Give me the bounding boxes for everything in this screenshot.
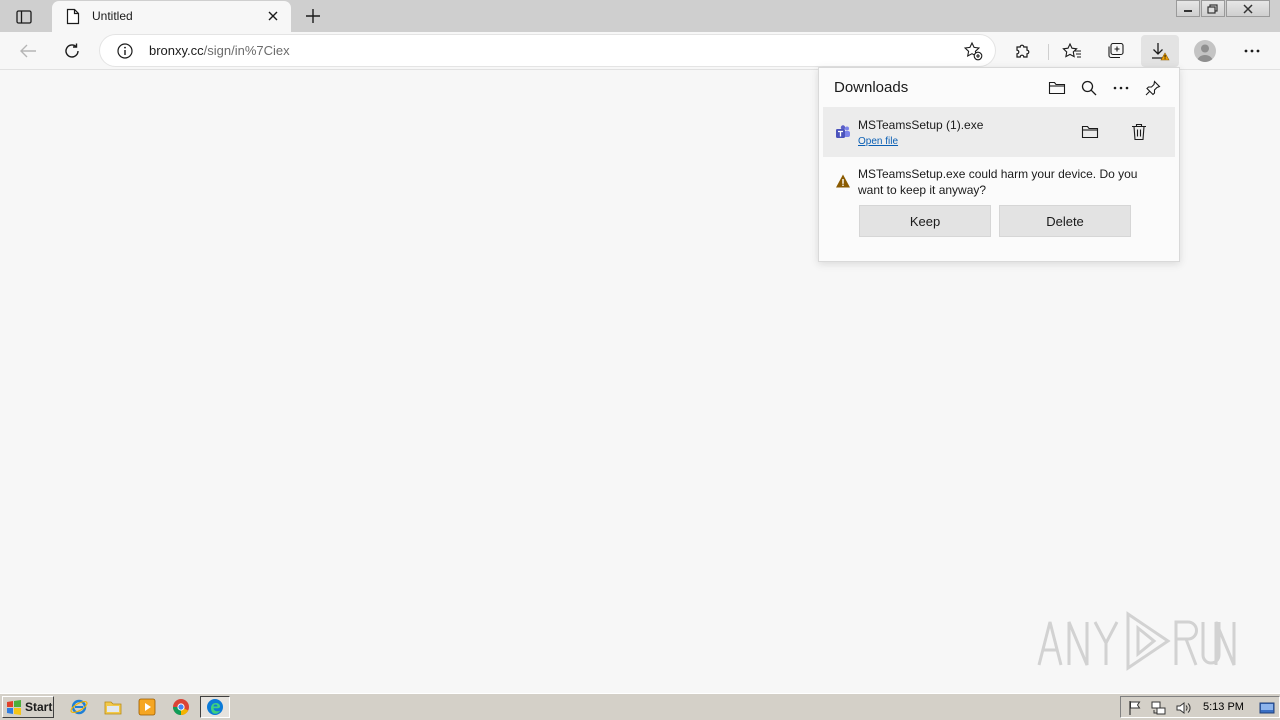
collections-icon xyxy=(1108,42,1124,59)
add-favorite-icon[interactable] xyxy=(963,41,983,61)
more-icon xyxy=(1244,49,1260,53)
volume-icon[interactable] xyxy=(1175,700,1191,716)
extensions-button[interactable] xyxy=(1008,37,1038,65)
chrome-quicklaunch[interactable] xyxy=(171,697,191,717)
media-player-icon xyxy=(138,698,156,716)
tab-title: Untitled xyxy=(92,9,133,23)
explorer-quicklaunch[interactable] xyxy=(103,697,123,717)
downloads-title: Downloads xyxy=(834,79,909,96)
new-tab-button[interactable] xyxy=(302,5,324,27)
folder-icon xyxy=(1081,125,1099,139)
download-item[interactable]: MSTeamsSetup (1).exe Open file xyxy=(823,107,1175,157)
media-player-quicklaunch[interactable] xyxy=(137,697,157,717)
url-host: bronxy.cc xyxy=(149,43,204,58)
restore-icon xyxy=(1207,3,1218,14)
close-icon xyxy=(1243,3,1253,14)
search-downloads-button[interactable] xyxy=(1078,77,1100,99)
trash-icon xyxy=(1132,123,1146,141)
window-close-button[interactable] xyxy=(1226,0,1270,17)
minimize-button[interactable] xyxy=(1176,0,1200,17)
person-icon xyxy=(1197,44,1213,62)
chrome-icon xyxy=(172,699,189,715)
start-button[interactable]: Start xyxy=(2,696,54,718)
show-in-folder-button[interactable] xyxy=(1079,121,1101,143)
info-icon[interactable] xyxy=(116,42,134,60)
windows-logo-icon xyxy=(7,700,21,715)
restore-button[interactable] xyxy=(1201,0,1225,17)
ie-quicklaunch[interactable] xyxy=(69,697,89,717)
profile-avatar[interactable] xyxy=(1194,40,1216,62)
collections-button[interactable] xyxy=(1101,37,1131,65)
open-downloads-folder-button[interactable] xyxy=(1046,77,1068,99)
download-filename: MSTeamsSetup (1).exe xyxy=(858,118,984,132)
edge-icon xyxy=(207,699,223,715)
address-bar[interactable]: bronxy.cc/sign/in%7Ciex xyxy=(100,35,995,66)
search-icon xyxy=(1081,80,1097,96)
back-button[interactable] xyxy=(13,37,43,65)
puzzle-icon xyxy=(1016,44,1030,58)
pin-icon xyxy=(1145,80,1161,96)
system-tray: 5:13 PM xyxy=(1120,696,1280,718)
start-label: Start xyxy=(25,700,53,714)
network-icon[interactable] xyxy=(1151,700,1167,716)
edge-taskbar-button[interactable] xyxy=(200,696,230,718)
toolbar-divider xyxy=(1048,44,1049,60)
settings-more-button[interactable] xyxy=(1237,37,1267,65)
folder-icon xyxy=(1048,81,1066,95)
show-desktop-icon[interactable] xyxy=(1259,700,1275,716)
delete-button[interactable]: Delete xyxy=(999,205,1131,237)
tab-untitled[interactable]: Untitled xyxy=(52,1,291,32)
taskbar-clock[interactable]: 5:13 PM xyxy=(1203,701,1244,713)
harm-warning-text: MSTeamsSetup.exe could harm your device.… xyxy=(858,167,1138,197)
anyrun-watermark-logo xyxy=(1037,611,1236,671)
tab-actions-icon xyxy=(16,10,32,24)
page-icon xyxy=(66,8,80,25)
download-icon xyxy=(1152,43,1170,61)
open-file-link[interactable]: Open file xyxy=(858,136,898,147)
flag-icon[interactable] xyxy=(1127,700,1143,716)
downloads-panel: Downloads MSTeamsSetup (1).exe Open file… xyxy=(818,67,1180,262)
refresh-icon xyxy=(65,43,79,58)
pin-downloads-button[interactable] xyxy=(1142,77,1164,99)
refresh-button[interactable] xyxy=(57,37,87,65)
tab-strip: Untitled xyxy=(0,0,1280,32)
keep-button[interactable]: Keep xyxy=(859,205,991,237)
window-controls xyxy=(1175,0,1270,18)
delete-download-button[interactable] xyxy=(1128,121,1150,143)
more-icon xyxy=(1113,86,1129,90)
url-text[interactable]: bronxy.cc/sign/in%7Ciex xyxy=(149,43,290,58)
downloads-button[interactable] xyxy=(1141,35,1179,67)
browser-toolbar: bronxy.cc/sign/in%7Ciex xyxy=(0,32,1280,70)
plus-icon xyxy=(306,9,320,23)
taskbar: Start 5:13 PM xyxy=(0,693,1280,720)
close-icon xyxy=(268,11,278,21)
folder-icon xyxy=(104,701,122,715)
favorites-button[interactable] xyxy=(1057,37,1087,65)
url-path: /sign/in%7Ciex xyxy=(203,43,290,58)
tab-close-button[interactable] xyxy=(265,8,281,24)
warning-icon xyxy=(836,174,850,188)
favorites-star-icon xyxy=(1062,42,1081,58)
tab-actions-button[interactable] xyxy=(10,6,38,28)
minimize-icon xyxy=(1184,9,1192,12)
internet-explorer-icon xyxy=(70,699,88,715)
downloads-more-button[interactable] xyxy=(1110,77,1132,99)
teams-icon xyxy=(836,125,850,138)
back-arrow-icon xyxy=(20,44,36,58)
